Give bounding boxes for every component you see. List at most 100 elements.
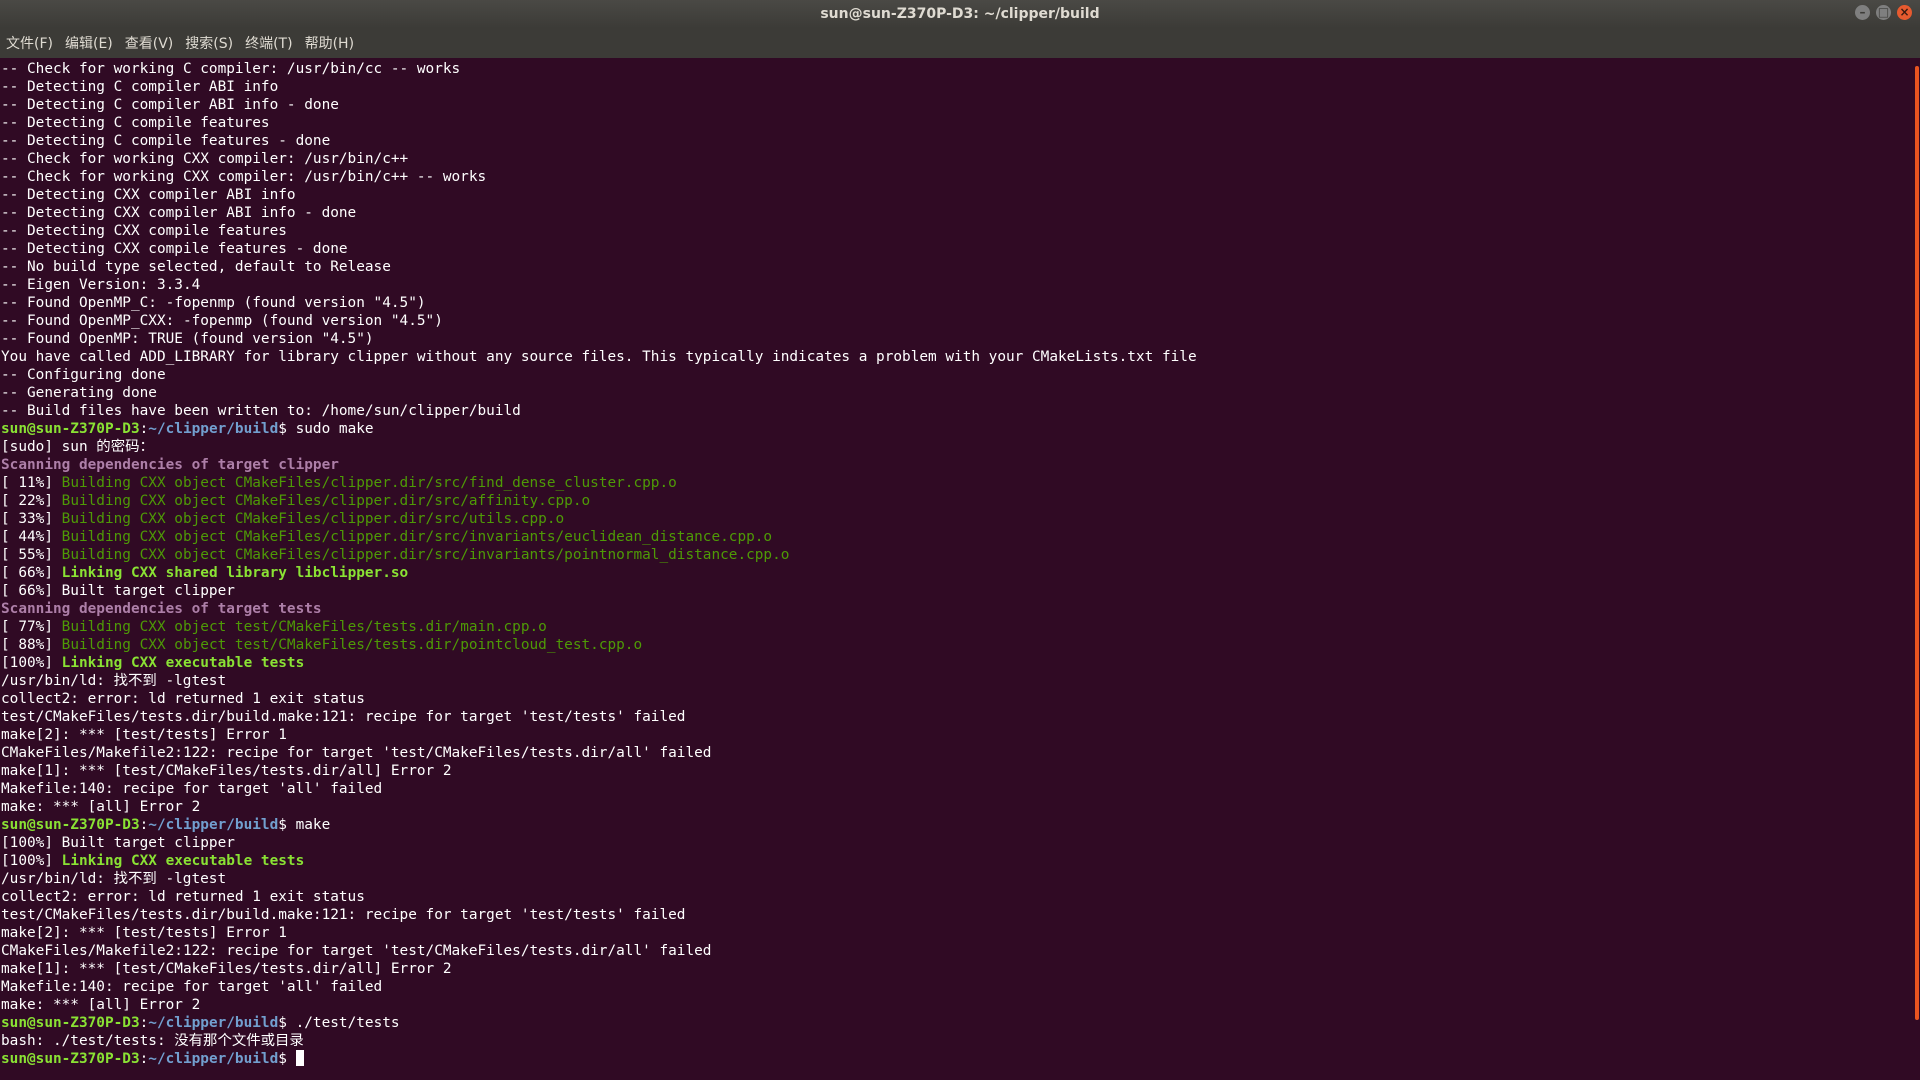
terminal-text: -- Detecting CXX compiler ABI info (1, 187, 296, 203)
terminal-text: test/CMakeFiles/tests.dir/build.make:121… (1, 907, 686, 923)
terminal-text: Building CXX object test/CMakeFiles/test… (61, 637, 643, 653)
terminal-text: -- Check for working C compiler: /usr/bi… (1, 61, 461, 77)
terminal-line: -- Check for working CXX compiler: /usr/… (1, 168, 1911, 186)
terminal-text: CMakeFiles/Makefile2:122: recipe for tar… (1, 745, 712, 761)
terminal-text: [sudo] sun 的密码： (1, 439, 154, 455)
menu-terminal[interactable]: 终端(T) (239, 33, 298, 53)
terminal-line: [ 22%] Building CXX object CMakeFiles/cl… (1, 492, 1911, 510)
terminal-text: Linking CXX shared library libclipper.so (61, 565, 409, 581)
prompt-user: sun@sun-Z370P-D3 (1, 1051, 140, 1067)
terminal-line: You have called ADD_LIBRARY for library … (1, 348, 1911, 366)
terminal-text: $ (278, 1051, 296, 1067)
terminal-line: test/CMakeFiles/tests.dir/build.make:121… (1, 708, 1911, 726)
menu-search[interactable]: 搜索(S) (179, 33, 239, 53)
scrollbar-thumb[interactable] (1915, 66, 1919, 1020)
terminal-line: -- Detecting C compiler ABI info - done (1, 96, 1911, 114)
terminal-line: collect2: error: ld returned 1 exit stat… (1, 690, 1911, 708)
menu-file[interactable]: 文件(F) (0, 33, 59, 53)
prompt-path: ~/clipper/build (148, 1015, 279, 1031)
terminal-text: test/CMakeFiles/tests.dir/build.make:121… (1, 709, 686, 725)
terminal-text: -- Detecting CXX compile features - done (1, 241, 348, 257)
terminal-text: make: *** [all] Error 2 (1, 799, 201, 815)
minimize-icon[interactable]: – (1855, 5, 1870, 20)
terminal-text: -- Detecting CXX compile features (1, 223, 287, 239)
terminal-line: [100%] Linking CXX executable tests (1, 654, 1911, 672)
menu-view[interactable]: 查看(V) (119, 33, 180, 53)
terminal-line: CMakeFiles/Makefile2:122: recipe for tar… (1, 942, 1911, 960)
terminal-text: : (139, 421, 149, 437)
terminal-text: $ ./test/tests (278, 1015, 400, 1031)
terminal-text: -- Check for working CXX compiler: /usr/… (1, 169, 487, 185)
menu-edit[interactable]: 编辑(E) (59, 33, 119, 53)
terminal-text: [100%] (1, 655, 62, 671)
terminal-text: -- No build type selected, default to Re… (1, 259, 391, 275)
terminal-line: bash: ./test/tests: 没有那个文件或目录 (1, 1032, 1911, 1050)
terminal-line: test/CMakeFiles/tests.dir/build.make:121… (1, 906, 1911, 924)
terminal-line: sun@sun-Z370P-D3:~/clipper/build$ sudo m… (1, 420, 1911, 438)
menu-help[interactable]: 帮助(H) (299, 33, 360, 53)
prompt-path: ~/clipper/build (148, 817, 279, 833)
terminal-text: Makefile:140: recipe for target 'all' fa… (1, 781, 383, 797)
terminal-line: -- Generating done (1, 384, 1911, 402)
terminal-text: make[2]: *** [test/tests] Error 1 (1, 925, 287, 941)
terminal-line: Makefile:140: recipe for target 'all' fa… (1, 780, 1911, 798)
window-controls: – □ × (1855, 5, 1912, 20)
terminal-text: -- Generating done (1, 385, 157, 401)
terminal-text: Scanning dependencies of target tests (1, 601, 322, 617)
terminal-text: Scanning dependencies of target clipper (1, 457, 339, 473)
terminal-text: -- Found OpenMP_C: -fopenmp (found versi… (1, 295, 426, 311)
terminal-text: -- Detecting C compile features - done (1, 133, 331, 149)
terminal-text: [ 11%] (1, 475, 62, 491)
terminal-line: [100%] Built target clipper (1, 834, 1911, 852)
terminal-text: make[1]: *** [test/CMakeFiles/tests.dir/… (1, 763, 452, 779)
terminal-line: [ 55%] Building CXX object CMakeFiles/cl… (1, 546, 1911, 564)
terminal-text: [ 66%] (1, 565, 62, 581)
terminal-text: : (139, 1051, 149, 1067)
terminal-text: /usr/bin/ld: 找不到 -lgtest (1, 673, 227, 689)
prompt-user: sun@sun-Z370P-D3 (1, 817, 140, 833)
terminal-line: [ 44%] Building CXX object CMakeFiles/cl… (1, 528, 1911, 546)
maximize-icon[interactable]: □ (1876, 5, 1891, 20)
menu-bar: 文件(F) 编辑(E) 查看(V) 搜索(S) 终端(T) 帮助(H) (0, 28, 1920, 58)
terminal-line: make[2]: *** [test/tests] Error 1 (1, 924, 1911, 942)
terminal-line: make[1]: *** [test/CMakeFiles/tests.dir/… (1, 762, 1911, 780)
terminal-line: -- Build files have been written to: /ho… (1, 402, 1911, 420)
terminal-line: [ 88%] Building CXX object test/CMakeFil… (1, 636, 1911, 654)
terminal-text: [ 77%] (1, 619, 62, 635)
terminal-line: make: *** [all] Error 2 (1, 996, 1911, 1014)
terminal-line: -- Detecting CXX compiler ABI info - don… (1, 204, 1911, 222)
terminal-text: $ sudo make (278, 421, 374, 437)
terminal-output[interactable]: -- Check for working C compiler: /usr/bi… (0, 60, 1911, 1080)
terminal-text: -- Build files have been written to: /ho… (1, 403, 521, 419)
terminal-text: -- Found OpenMP: TRUE (found version "4.… (1, 331, 374, 347)
terminal-line: make[2]: *** [test/tests] Error 1 (1, 726, 1911, 744)
terminal-line: [ 11%] Building CXX object CMakeFiles/cl… (1, 474, 1911, 492)
terminal-line: sun@sun-Z370P-D3:~/clipper/build$ (1, 1050, 1911, 1068)
terminal-text: -- Found OpenMP_CXX: -fopenmp (found ver… (1, 313, 443, 329)
terminal-line: -- Found OpenMP_CXX: -fopenmp (found ver… (1, 312, 1911, 330)
terminal-line: make[1]: *** [test/CMakeFiles/tests.dir/… (1, 960, 1911, 978)
terminal-text: -- Detecting CXX compiler ABI info - don… (1, 205, 357, 221)
terminal-text: -- Eigen Version: 3.3.4 (1, 277, 201, 293)
prompt-user: sun@sun-Z370P-D3 (1, 421, 140, 437)
terminal-text: make: *** [all] Error 2 (1, 997, 201, 1013)
terminal-line: sun@sun-Z370P-D3:~/clipper/build$ ./test… (1, 1014, 1911, 1032)
terminal-line: -- Found OpenMP: TRUE (found version "4.… (1, 330, 1911, 348)
terminal-text: -- Detecting C compiler ABI info (1, 79, 279, 95)
terminal-text: /usr/bin/ld: 找不到 -lgtest (1, 871, 227, 887)
terminal-text: [ 55%] (1, 547, 62, 563)
terminal-text: [100%] Built target clipper (1, 835, 235, 851)
window-titlebar[interactable]: sun@sun-Z370P-D3: ~/clipper/build – □ × (0, 0, 1920, 28)
terminal-text: Building CXX object CMakeFiles/clipper.d… (61, 475, 677, 491)
terminal-text: bash: ./test/tests: 没有那个文件或目录 (1, 1033, 304, 1049)
terminal-line: collect2: error: ld returned 1 exit stat… (1, 888, 1911, 906)
terminal-line: -- Check for working C compiler: /usr/bi… (1, 60, 1911, 78)
terminal-text: make[2]: *** [test/tests] Error 1 (1, 727, 287, 743)
close-icon[interactable]: × (1897, 5, 1912, 20)
terminal-text: -- Configuring done (1, 367, 166, 383)
terminal-line: -- Configuring done (1, 366, 1911, 384)
window-title: sun@sun-Z370P-D3: ~/clipper/build (820, 6, 1100, 22)
terminal-text: Building CXX object CMakeFiles/clipper.d… (61, 529, 773, 545)
terminal-text: [ 22%] (1, 493, 62, 509)
terminal-line: [ 77%] Building CXX object test/CMakeFil… (1, 618, 1911, 636)
